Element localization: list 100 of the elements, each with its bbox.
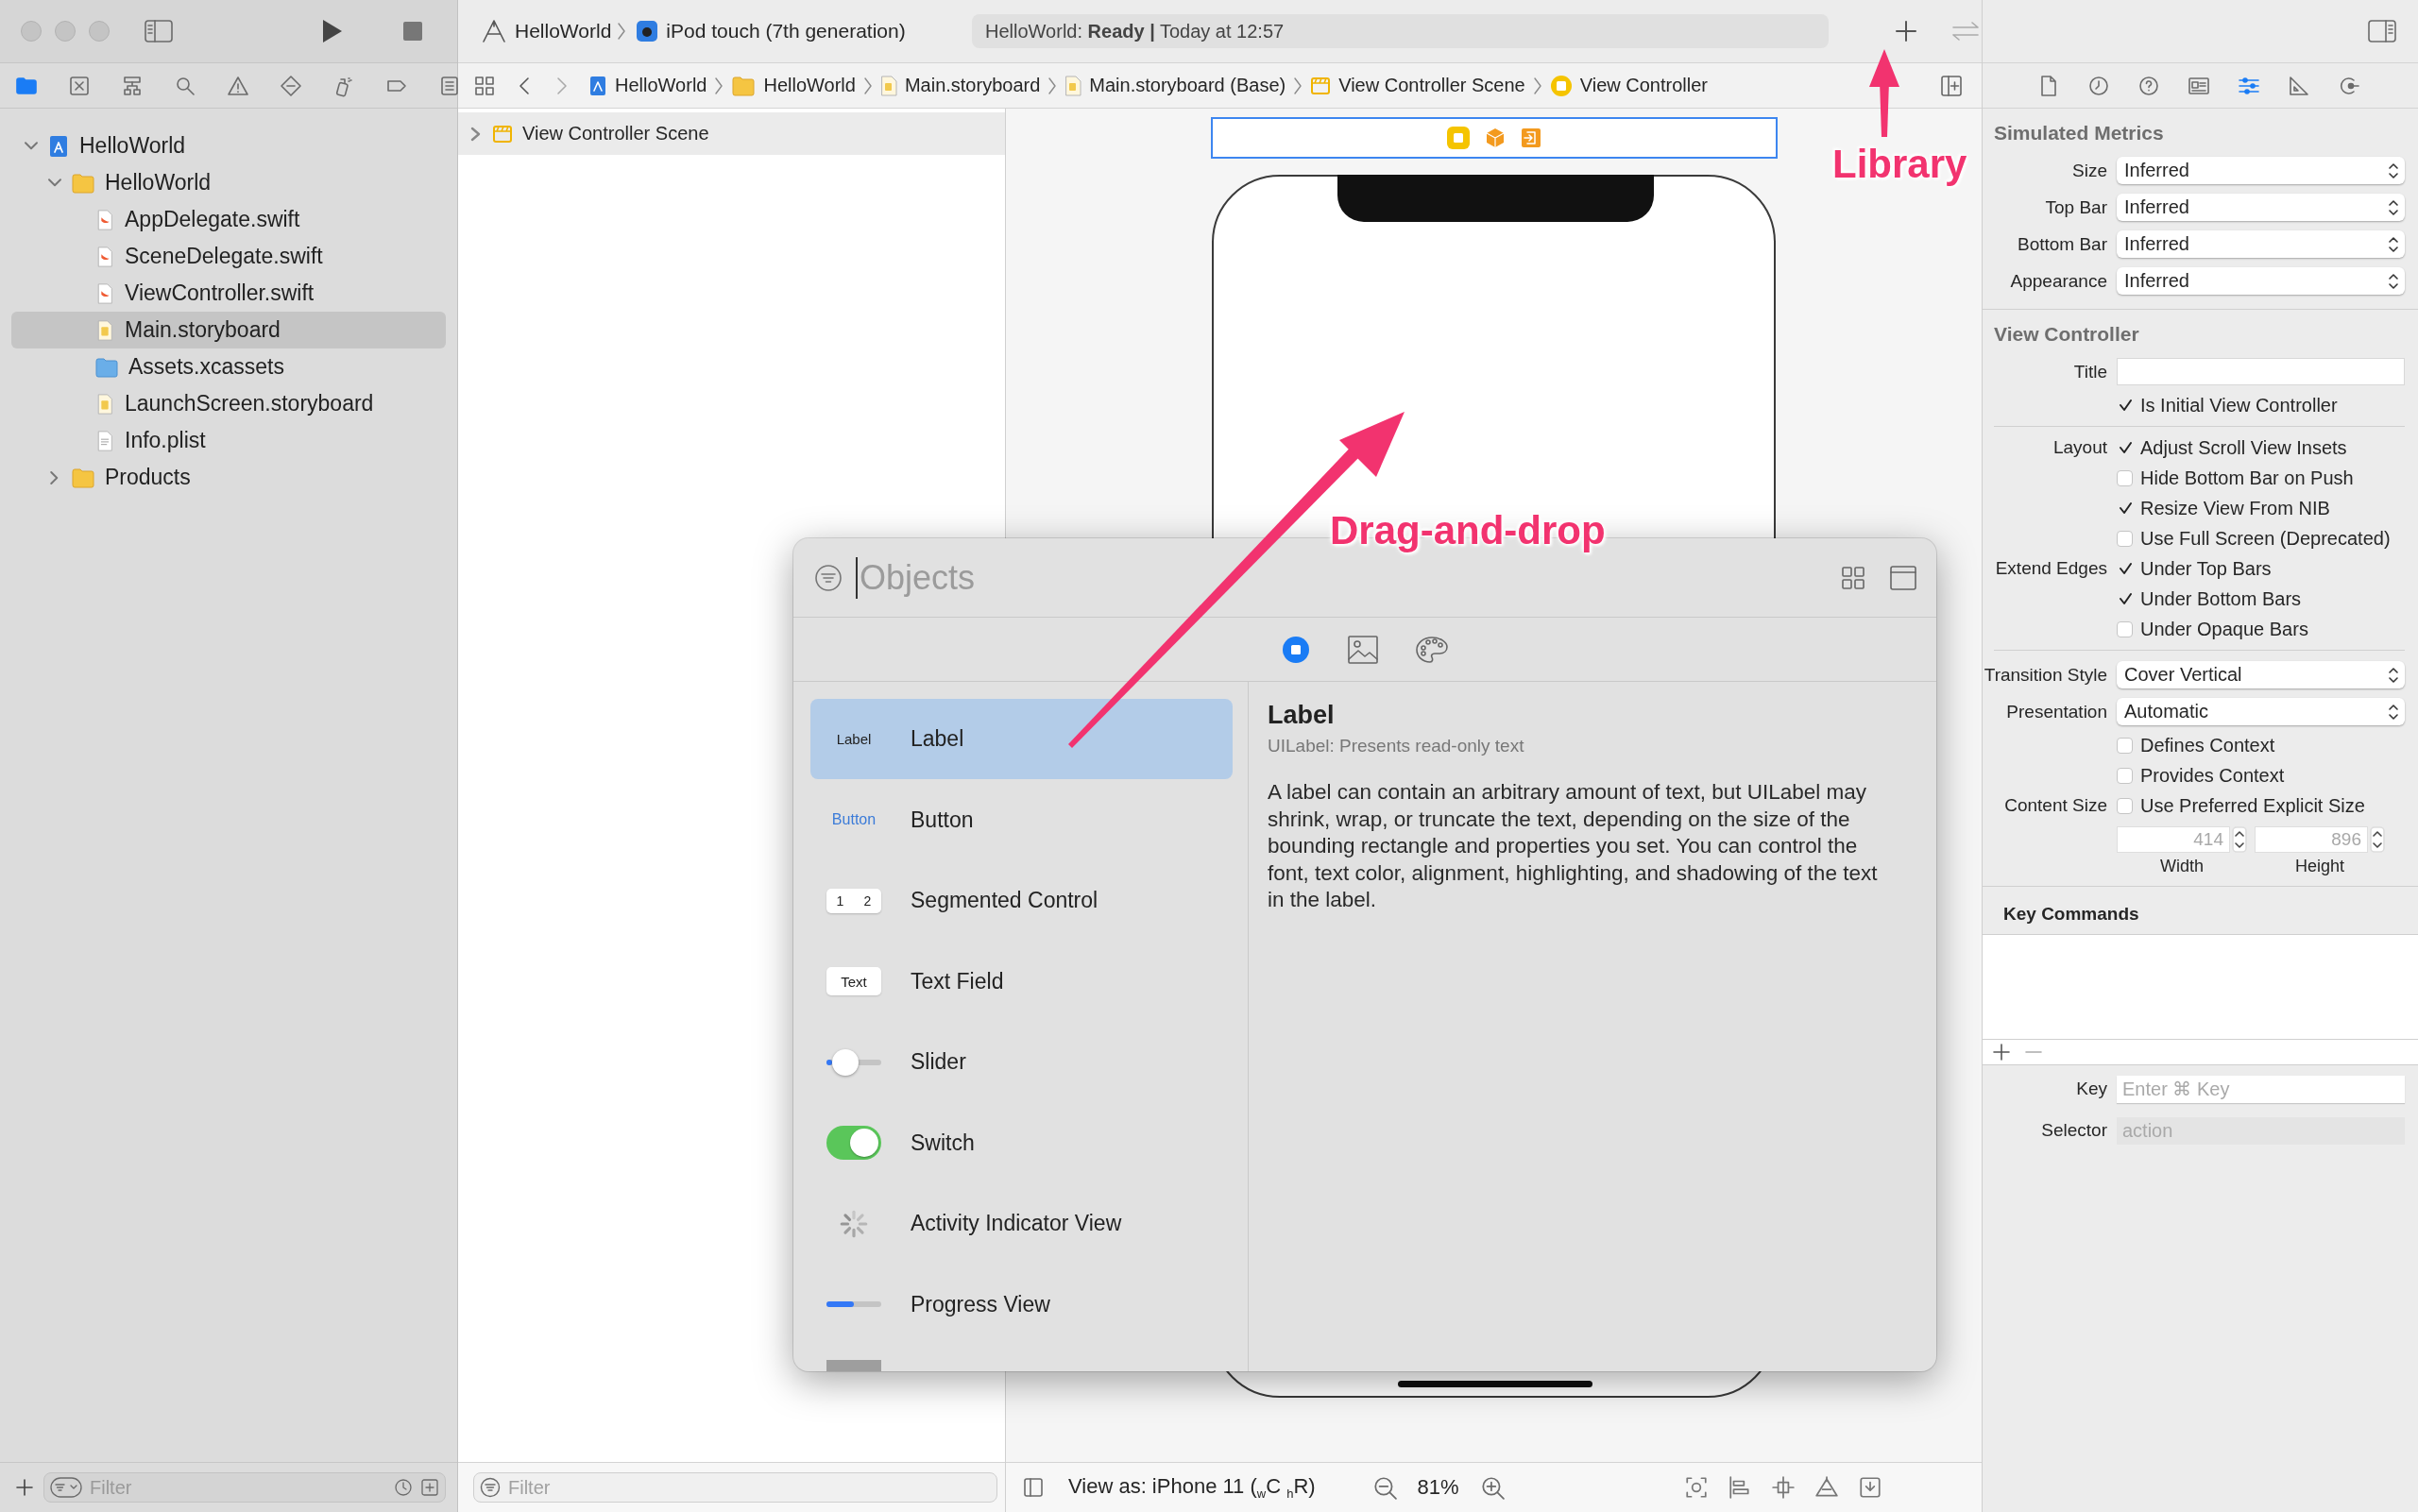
navigator-row[interactable]: HelloWorld — [11, 127, 446, 164]
outline-row[interactable]: View Controller Scene — [458, 112, 1005, 155]
navigator-row[interactable]: HelloWorld — [11, 164, 446, 201]
navigator-row[interactable]: LaunchScreen.storyboard — [11, 385, 446, 422]
checkbox[interactable] — [2117, 590, 2133, 607]
library-item[interactable]: Activity Indicator View — [810, 1183, 1233, 1264]
breadcrumb[interactable]: Main.storyboard — [879, 75, 1041, 96]
add-icon[interactable] — [1992, 1043, 2011, 1062]
breadcrumb[interactable]: View Controller Scene — [1310, 75, 1525, 96]
checkbox[interactable] — [2117, 397, 2133, 414]
checkbox-label: Use Preferred Explicit Size — [2140, 794, 2365, 817]
filter-icon[interactable] — [480, 1477, 501, 1498]
objects-icon[interactable] — [1281, 634, 1311, 665]
window-icon[interactable] — [1889, 564, 1917, 591]
checkbox[interactable] — [2117, 767, 2133, 784]
annotation-text: Library — [1832, 142, 1967, 187]
checkbox[interactable] — [2117, 560, 2133, 577]
clock-icon[interactable] — [394, 1478, 413, 1497]
navigator-row[interactable]: Main.storyboard — [11, 312, 446, 348]
filter-input[interactable]: Filter — [90, 1476, 386, 1499]
stepper-icon[interactable] — [2370, 826, 2385, 853]
add-box-icon[interactable] — [420, 1478, 439, 1497]
navigator-row[interactable]: AppDelegate.swift — [11, 201, 446, 238]
checkbox[interactable] — [2117, 797, 2133, 814]
filter-field[interactable]: Filter — [43, 1472, 446, 1503]
add-icon[interactable] — [15, 1478, 34, 1497]
popup-button[interactable]: Inferred — [2117, 157, 2405, 184]
diamond-icon[interactable] — [279, 74, 303, 97]
chevron-separator-icon — [1293, 76, 1303, 95]
navigator-row[interactable]: Assets.xcassets — [11, 348, 446, 385]
sidebar-toggle-icon[interactable] — [142, 18, 176, 44]
palette-icon[interactable] — [1415, 634, 1449, 665]
library-item[interactable]: Text Text Field — [810, 941, 1233, 1022]
device-configuration[interactable]: View as: iPhone 11 ($_{w}$C $_{h}$R) — [1068, 1473, 1316, 1502]
filter-options-icon[interactable] — [50, 1477, 82, 1498]
detail-description: A label can contain an arbitrary amount of text, but UILabel may shrink, wrap, or truncate the text, depending on the size of the bounding rectangle and properties you set. You can control the font, text color, alignment, highlighting, and shadowing of the text in the label. — [1268, 779, 1879, 913]
back-icon[interactable] — [517, 75, 532, 96]
key-field[interactable]: Enter ⌘ Key — [2117, 1075, 2405, 1103]
filter-field[interactable]: Filter — [473, 1472, 997, 1503]
navigator-row[interactable]: SceneDelegate.swift — [11, 238, 446, 275]
add-editor-icon[interactable] — [1940, 74, 1963, 97]
document-icon — [1064, 75, 1082, 96]
breadcrumb[interactable]: HelloWorld — [588, 75, 707, 96]
scheme-icon[interactable] — [481, 19, 507, 43]
field-caption: Width — [2160, 857, 2204, 876]
device-selector[interactable]: iPod touch (7th generation) — [666, 20, 906, 42]
zoom-out-icon[interactable] — [1371, 1475, 1397, 1500]
stop-icon[interactable] — [402, 21, 423, 42]
breadcrumb[interactable]: View Controller — [1549, 74, 1708, 97]
checkbox-label: Hide Bottom Bar on Push — [2140, 467, 2354, 489]
embed-icon[interactable] — [1857, 1475, 1882, 1500]
resolve-icon[interactable] — [1814, 1475, 1839, 1500]
chevron-separator-icon — [714, 76, 724, 95]
library-item[interactable]: Label Label — [810, 699, 1233, 779]
exit-icon[interactable] — [1520, 127, 1542, 149]
library-item[interactable]: Progress View — [810, 1264, 1233, 1345]
align-icon[interactable] — [1727, 1475, 1752, 1500]
checkbox-label: Defines Context — [2140, 734, 2275, 756]
sidebar-toggle-icon[interactable] — [1023, 1477, 1044, 1498]
stepper-icon[interactable] — [2232, 826, 2247, 853]
check-icon — [2118, 501, 2132, 515]
grid-icon[interactable] — [473, 74, 496, 97]
filter-icon[interactable] — [814, 563, 843, 592]
checkbox[interactable] — [2117, 737, 2133, 754]
library-item[interactable]: Slider — [810, 1022, 1233, 1102]
navigator-row[interactable]: Products — [11, 459, 446, 496]
library-item[interactable]: 1 2 Segmented Control — [810, 860, 1233, 941]
ruler-icon[interactable] — [2288, 74, 2310, 97]
help-icon[interactable] — [2137, 74, 2160, 97]
checkbox[interactable] — [2117, 620, 2133, 637]
navigator-row[interactable]: ViewController.swift — [11, 275, 446, 312]
checkbox[interactable] — [2117, 439, 2133, 456]
navigator-row[interactable]: Info.plist — [11, 422, 446, 459]
x-box-icon[interactable] — [67, 74, 92, 97]
library-plus-icon[interactable] — [1895, 20, 1917, 42]
zoom-in-icon[interactable] — [1479, 1475, 1505, 1500]
clock-icon[interactable] — [2087, 74, 2110, 97]
inspector-toggle-icon[interactable] — [2365, 18, 2399, 44]
scheme-selector[interactable]: HelloWorld — [515, 20, 612, 42]
popup-button[interactable]: Inferred — [2117, 230, 2405, 258]
pin-icon[interactable] — [1770, 1475, 1796, 1500]
library-item[interactable]: Button Button — [810, 779, 1233, 860]
grid-view-icon[interactable] — [1840, 564, 1866, 591]
popup-button[interactable]: Inferred — [2117, 194, 2405, 221]
popup-button[interactable]: Inferred — [2117, 267, 2405, 295]
checkbox[interactable] — [2117, 469, 2133, 486]
app-document-icon — [47, 133, 70, 159]
forward-icon[interactable] — [554, 75, 570, 96]
checkbox[interactable] — [2117, 500, 2133, 517]
library-item[interactable]: Switch — [810, 1102, 1233, 1183]
cube-icon[interactable] — [1484, 127, 1507, 149]
checkbox[interactable] — [2117, 530, 2133, 547]
frame-icon[interactable] — [1683, 1475, 1709, 1500]
popup-button[interactable]: Cover Vertical — [2117, 661, 2405, 688]
warning-icon[interactable] — [226, 74, 250, 97]
text-field[interactable] — [2117, 358, 2405, 385]
breadcrumb[interactable]: HelloWorld — [731, 75, 856, 96]
photo-icon[interactable] — [1347, 634, 1379, 665]
popup-button[interactable]: Automatic — [2117, 698, 2405, 725]
breadcrumb[interactable]: Main.storyboard (Base) — [1064, 75, 1286, 96]
